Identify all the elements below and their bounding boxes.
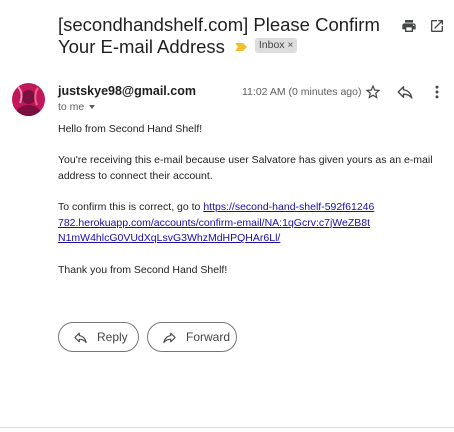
remove-label-icon[interactable]: ×	[288, 40, 294, 51]
star-icon[interactable]	[364, 83, 382, 101]
sender-email[interactable]: justskye98@gmail.com	[58, 84, 196, 98]
body-signoff: Thank you from Second Hand Shelf!	[58, 264, 228, 276]
body-greeting: Hello from Second Hand Shelf!	[58, 123, 203, 135]
forward-button-label: Forward	[186, 330, 231, 344]
print-icon[interactable]	[401, 18, 417, 34]
more-vert-icon[interactable]	[428, 83, 446, 101]
body-reason: You're receiving this e-mail because use…	[58, 154, 433, 182]
recipient-label: to me	[58, 101, 85, 113]
recipient-dropdown[interactable]: to me	[58, 101, 96, 113]
reply-icon[interactable]	[396, 83, 414, 101]
email-subject: [secondhandshelf.com] Please Confirm You…	[58, 14, 380, 57]
inbox-label-text: Inbox	[258, 39, 285, 52]
open-in-new-window-icon[interactable]	[429, 18, 445, 34]
reply-button[interactable]: Reply	[58, 322, 139, 352]
confirm-prefix: To confirm this is correct, go to	[58, 201, 204, 213]
caret-down-icon	[89, 105, 96, 110]
reply-button-label: Reply	[97, 330, 128, 344]
bottom-divider	[0, 427, 454, 428]
subject-row: [secondhandshelf.com] Please Confirm You…	[58, 14, 398, 58]
reply-arrow-icon	[74, 332, 87, 343]
email-timestamp: 11:02 AM (0 minutes ago)	[242, 86, 362, 98]
forward-arrow-icon	[163, 332, 176, 343]
avatar-image	[12, 83, 45, 116]
body-confirm: To confirm this is correct, go to https:…	[58, 200, 376, 247]
importance-marker-icon[interactable]	[235, 42, 248, 51]
avatar[interactable]	[12, 83, 45, 116]
inbox-label-chip[interactable]: Inbox ×	[254, 38, 298, 54]
forward-button[interactable]: Forward	[147, 322, 237, 352]
